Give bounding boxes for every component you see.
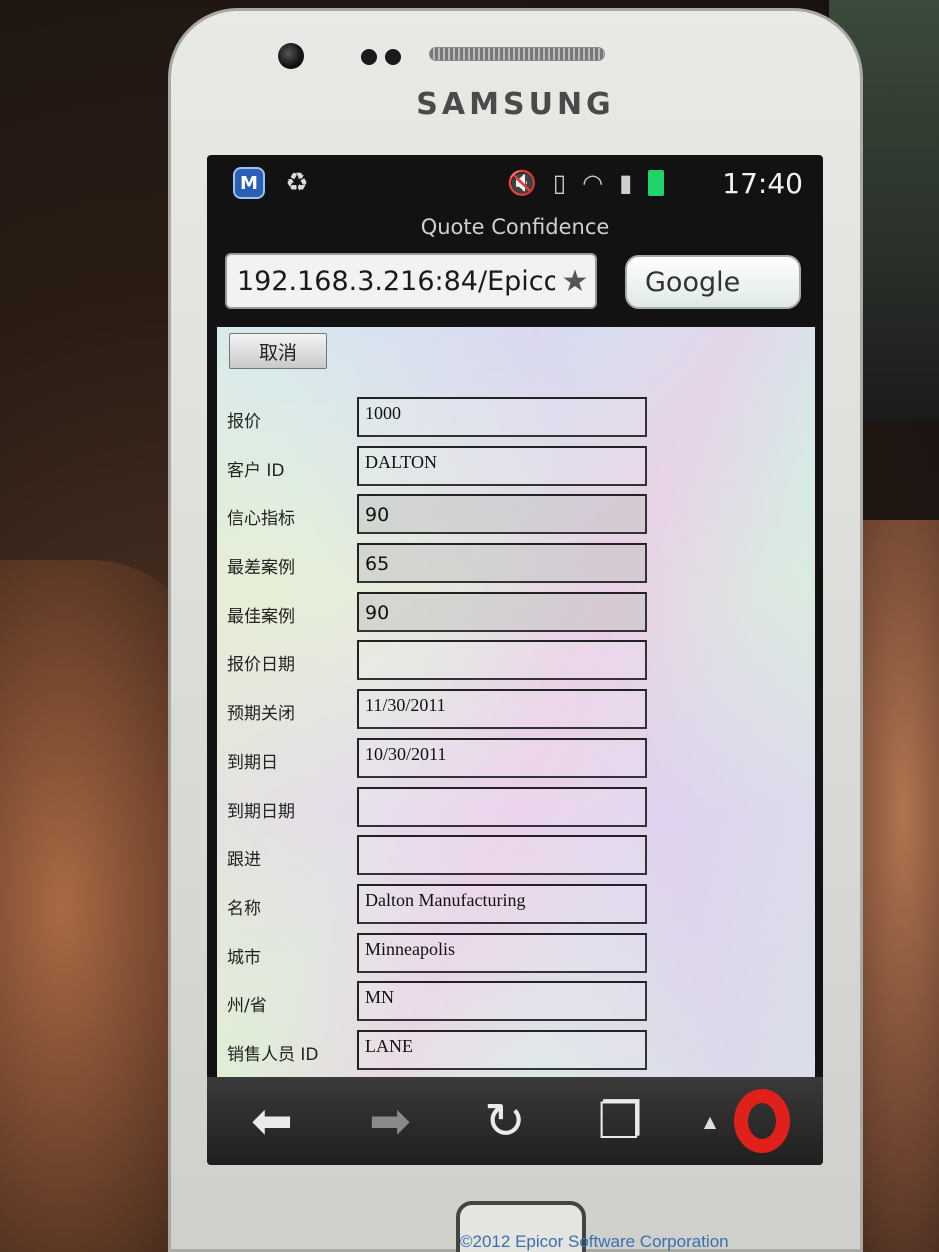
field-label: 最差案例 bbox=[227, 558, 295, 579]
form-row-due-date: 到期日期 bbox=[227, 786, 647, 836]
copyright-text: ©2012 Epicor Software Corporation bbox=[460, 1232, 729, 1251]
state-field[interactable]: MN bbox=[357, 981, 647, 1022]
signal-icon: ▮ bbox=[619, 169, 633, 197]
salesperson-id-field[interactable]: LANE bbox=[357, 1029, 647, 1070]
form-row-customer-id: 客户 ID DALTON bbox=[227, 445, 647, 495]
quote-date-field[interactable] bbox=[357, 640, 647, 681]
form-row-state: 州/省 MN bbox=[227, 981, 647, 1030]
name-field[interactable]: Dalton Manufacturing bbox=[357, 883, 647, 924]
form-row-follow-up: 跟进 bbox=[227, 835, 647, 884]
browser-toolbar: ⬅ ➡ ↻ ❐ ▲ bbox=[207, 1077, 823, 1165]
vibrate-icon: ▯ bbox=[552, 169, 567, 197]
opera-menu-button[interactable]: ▲ bbox=[677, 1089, 817, 1153]
field-label: 跟进 bbox=[227, 850, 261, 871]
field-label: 报价 bbox=[227, 412, 261, 432]
form-row-salesperson: 销售人员 ID LANE bbox=[227, 1029, 647, 1077]
opera-logo bbox=[734, 1089, 791, 1153]
menu-caret-icon: ▲ bbox=[703, 1111, 717, 1131]
form-row-quote-date: 报价日期 bbox=[227, 640, 647, 689]
phone-screen: M ♻ 🔇 ▯ ◠ ▮ 17:40 Quote Confidence 192.1… bbox=[207, 155, 823, 1165]
light-sensor bbox=[385, 49, 401, 65]
follow-up-field[interactable] bbox=[357, 835, 647, 876]
battery-icon bbox=[648, 170, 665, 196]
status-icons: 🔇 ▯ ◠ ▮ bbox=[507, 169, 665, 197]
field-label: 预期关闭 bbox=[227, 704, 295, 725]
search-input[interactable]: Google bbox=[625, 255, 801, 309]
shield-icon: M bbox=[233, 167, 265, 199]
quote-field[interactable]: 1000 bbox=[357, 397, 647, 437]
quote-form: 报价 1000 客户 ID DALTON 信心指标 90 最差案例 65 最佳案… bbox=[227, 397, 647, 1077]
form-row-city: 城市 Minneapolis bbox=[227, 932, 647, 982]
field-label: 到期日 bbox=[227, 752, 278, 773]
forward-arrow-icon[interactable]: ➡ bbox=[355, 1089, 425, 1153]
status-bar: M ♻ 🔇 ▯ ◠ ▮ 17:40 bbox=[207, 155, 823, 213]
field-label: 销售人员 ID bbox=[227, 1044, 319, 1065]
mute-icon: 🔇 bbox=[507, 169, 537, 197]
back-arrow-icon[interactable]: ⬅ bbox=[237, 1089, 307, 1153]
url-text: 192.168.3.216:84/Epico bbox=[237, 265, 555, 297]
recycle-icon: ♻ bbox=[285, 168, 309, 198]
tabs-icon[interactable]: ❐ bbox=[585, 1089, 655, 1153]
form-row-due-day: 到期日 10/30/2011 bbox=[227, 737, 647, 787]
field-label: 到期日期 bbox=[227, 801, 295, 822]
field-label: 最佳案例 bbox=[227, 606, 295, 627]
bookmark-star-icon[interactable]: ★ bbox=[555, 264, 595, 299]
customer-id-field[interactable]: DALTON bbox=[357, 445, 647, 486]
field-label: 客户 ID bbox=[227, 460, 285, 481]
wifi-icon: ◠ bbox=[582, 169, 604, 197]
form-row-confidence: 信心指标 90 bbox=[227, 494, 647, 543]
address-bar[interactable]: 192.168.3.216:84/Epico ★ bbox=[225, 253, 597, 309]
front-camera bbox=[278, 43, 304, 69]
brand-logo: SAMSUNG bbox=[416, 87, 615, 122]
form-row-quote: 报价 1000 bbox=[227, 397, 647, 446]
form-row-worst-case: 最差案例 65 bbox=[227, 543, 647, 592]
page-title: Quote Confidence bbox=[420, 215, 610, 239]
due-day-field[interactable]: 10/30/2011 bbox=[357, 737, 647, 778]
proximity-sensor bbox=[361, 49, 377, 65]
field-label: 州/省 bbox=[227, 996, 267, 1017]
status-time: 17:40 bbox=[722, 167, 803, 200]
field-label: 名称 bbox=[227, 898, 261, 919]
form-row-name: 名称 Dalton Manufacturing bbox=[227, 883, 647, 933]
city-field[interactable]: Minneapolis bbox=[357, 932, 647, 973]
field-label: 信心指标 bbox=[227, 509, 295, 530]
best-case-field[interactable]: 90 bbox=[357, 591, 647, 632]
worst-case-field[interactable]: 65 bbox=[357, 543, 647, 584]
cancel-button[interactable]: 取消 bbox=[229, 333, 327, 369]
expected-close-field[interactable]: 11/30/2011 bbox=[357, 689, 647, 730]
field-label: 城市 bbox=[227, 947, 261, 968]
due-date-field[interactable] bbox=[357, 786, 647, 827]
reload-icon[interactable]: ↻ bbox=[465, 1089, 545, 1153]
form-row-expected-close: 预期关闭 11/30/2011 bbox=[227, 689, 647, 738]
form-row-best-case: 最佳案例 90 bbox=[227, 591, 647, 641]
field-label: 报价日期 bbox=[227, 655, 295, 676]
web-content: 取消 报价 1000 客户 ID DALTON 信心指标 90 最差案例 65 … bbox=[217, 327, 815, 1077]
confidence-field[interactable]: 90 bbox=[357, 494, 647, 535]
search-placeholder: Google bbox=[645, 266, 741, 298]
earpiece-speaker bbox=[429, 47, 605, 61]
